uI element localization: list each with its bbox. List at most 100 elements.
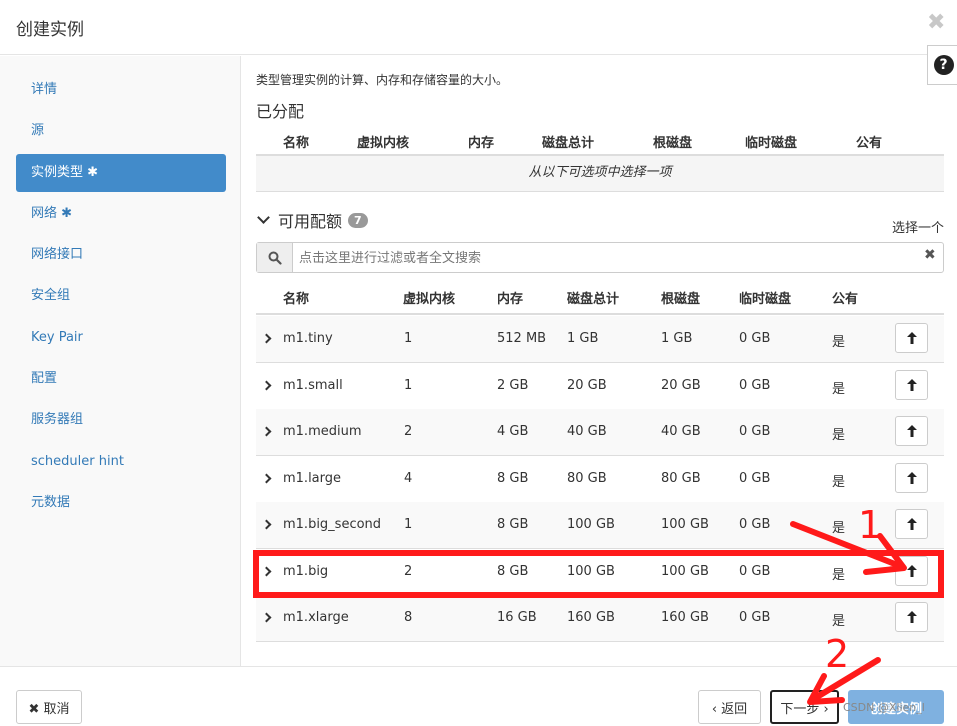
flavor-public: 是 [832,521,846,536]
flavor-ram: 2 GB [497,378,529,393]
sidebar-item-scheduler-hint[interactable]: scheduler hint [16,443,226,481]
col-ram: 内存 [497,292,524,307]
flavor-total-disk: 20 GB [567,378,607,393]
flavor-ram: 8 GB [497,471,529,486]
sidebar-item-configuration[interactable]: 配置 [16,360,226,398]
select-one-hint: 选择一个 [892,221,945,236]
chevron-right-icon[interactable] [261,426,272,437]
table-row: m1.xlarge 8 16 GB 160 GB 160 GB 0 GB 是 [256,595,944,642]
arrow-up-icon [906,332,917,344]
chevron-right-icon[interactable] [261,612,272,623]
watermark: CSDN @Xlien_l [843,701,925,714]
table-row: m1.tiny 1 512 MB 1 GB 1 GB 0 GB 是 [256,316,944,363]
flavor-ram: 8 GB [497,517,529,532]
col-ephemeral: 临时磁盘 [739,292,792,307]
next-button[interactable]: 下一步 › [770,690,839,724]
flavor-public: 是 [832,614,846,629]
arrow-up-icon [906,518,917,530]
allocate-button[interactable] [895,602,928,632]
close-icon[interactable]: ✖ [927,10,945,35]
back-button[interactable]: ‹ 返回 [698,690,761,724]
search-input[interactable] [299,248,909,268]
sidebar-item-key-pair[interactable]: Key Pair [16,319,226,357]
col-ram: 内存 [468,136,495,151]
chevron-right-icon[interactable] [261,519,272,530]
allocate-button[interactable] [895,463,928,493]
flavor-total-disk: 40 GB [567,424,607,439]
flavor-root-disk: 80 GB [661,471,701,486]
flavor-name: m1.xlarge [283,610,349,625]
sidebar-item-metadata[interactable]: 元数据 [16,484,226,522]
flavor-root-disk: 160 GB [661,610,709,625]
flavor-ram: 512 MB [497,331,547,346]
allocate-button[interactable] [895,556,928,586]
arrow-up-icon [906,565,917,577]
col-total-disk: 磁盘总计 [542,136,595,151]
chevron-right-icon[interactable] [261,380,272,391]
col-vcpus: 虚拟内核 [403,292,456,307]
create-instance-modal: 创建实例 ✖ ? 详情 源 实例类型 ✱ 网络 ✱ 网络接口 安全组 Key P… [0,0,957,726]
arrow-up-icon [906,425,917,437]
allocated-title: 已分配 [256,102,305,121]
col-vcpus: 虚拟内核 [357,136,410,151]
cancel-button[interactable]: ✖ 取消 [16,690,82,724]
col-name: 名称 [283,292,310,307]
flavor-ephemeral: 0 GB [739,378,771,393]
table-row: m1.small 1 2 GB 20 GB 20 GB 0 GB 是 [256,363,944,410]
flavor-ephemeral: 0 GB [739,424,771,439]
sidebar-item-flavor[interactable]: 实例类型 ✱ [16,154,226,192]
chevron-right-icon[interactable] [261,566,272,577]
arrow-up-icon [906,472,917,484]
sidebar-item-security-groups[interactable]: 安全组 [16,277,226,315]
flavor-public: 是 [832,475,846,490]
available-table-header: 名称 虚拟内核 内存 磁盘总计 根磁盘 临时磁盘 公有 [256,278,944,315]
flavor-vcpus: 2 [404,424,413,439]
sidebar-item-source[interactable]: 源 [16,112,226,150]
flavor-root-disk: 40 GB [661,424,701,439]
chevron-right-icon[interactable] [261,333,272,344]
allocate-button[interactable] [895,509,928,539]
col-root-disk: 根磁盘 [661,292,701,307]
modal-title: 创建实例 [16,20,84,40]
flavor-public: 是 [832,568,846,583]
flavor-root-disk: 20 GB [661,378,701,393]
flavor-name: m1.small [283,378,343,393]
col-total-disk: 磁盘总计 [567,292,620,307]
allocate-button[interactable] [895,370,928,400]
table-row: m1.medium 2 4 GB 40 GB 40 GB 0 GB 是 [256,409,944,456]
sidebar-item-server-groups[interactable]: 服务器组 [16,401,226,439]
col-public: 公有 [832,292,859,307]
search-bar: ✖ [256,242,944,273]
col-ephemeral: 临时磁盘 [745,136,798,151]
allocate-button[interactable] [895,323,928,353]
flavor-ephemeral: 0 GB [739,331,771,346]
flavor-name: m1.tiny [283,331,333,346]
sidebar-item-networks[interactable]: 网络 ✱ [16,195,226,233]
flavor-ephemeral: 0 GB [739,564,771,579]
flavor-total-disk: 100 GB [567,517,615,532]
flavor-root-disk: 100 GB [661,564,709,579]
flavor-vcpus: 2 [404,564,413,579]
flavor-vcpus: 4 [404,471,413,486]
allocate-button[interactable] [895,416,928,446]
table-row: m1.large 4 8 GB 80 GB 80 GB 0 GB 是 [256,456,944,503]
step-description: 类型管理实例的计算、内存和存储容量的大小。 [256,73,509,87]
flavor-public: 是 [832,382,846,397]
allocated-empty-message: 从以下可选项中选择一项 [256,156,944,192]
table-row: m1.big 2 8 GB 100 GB 100 GB 0 GB 是 [256,549,944,596]
table-row: m1.big_second 1 8 GB 100 GB 100 GB 0 GB … [256,502,944,549]
flavor-name: m1.large [283,471,342,486]
flavor-total-disk: 80 GB [567,471,607,486]
clear-search-icon[interactable]: ✖ [924,247,936,263]
flavor-vcpus: 8 [404,610,413,625]
sidebar-item-details[interactable]: 详情 [16,71,226,109]
flavor-total-disk: 1 GB [567,331,599,346]
sidebar-item-network-ports[interactable]: 网络接口 [16,236,226,274]
flavor-public: 是 [832,335,846,350]
chevron-down-icon [257,211,270,224]
available-section-toggle[interactable]: 可用配额 7 [256,208,368,232]
flavor-root-disk: 100 GB [661,517,709,532]
chevron-right-icon[interactable] [261,473,272,484]
flavor-name: m1.big [283,564,329,579]
arrow-up-icon [906,611,917,623]
